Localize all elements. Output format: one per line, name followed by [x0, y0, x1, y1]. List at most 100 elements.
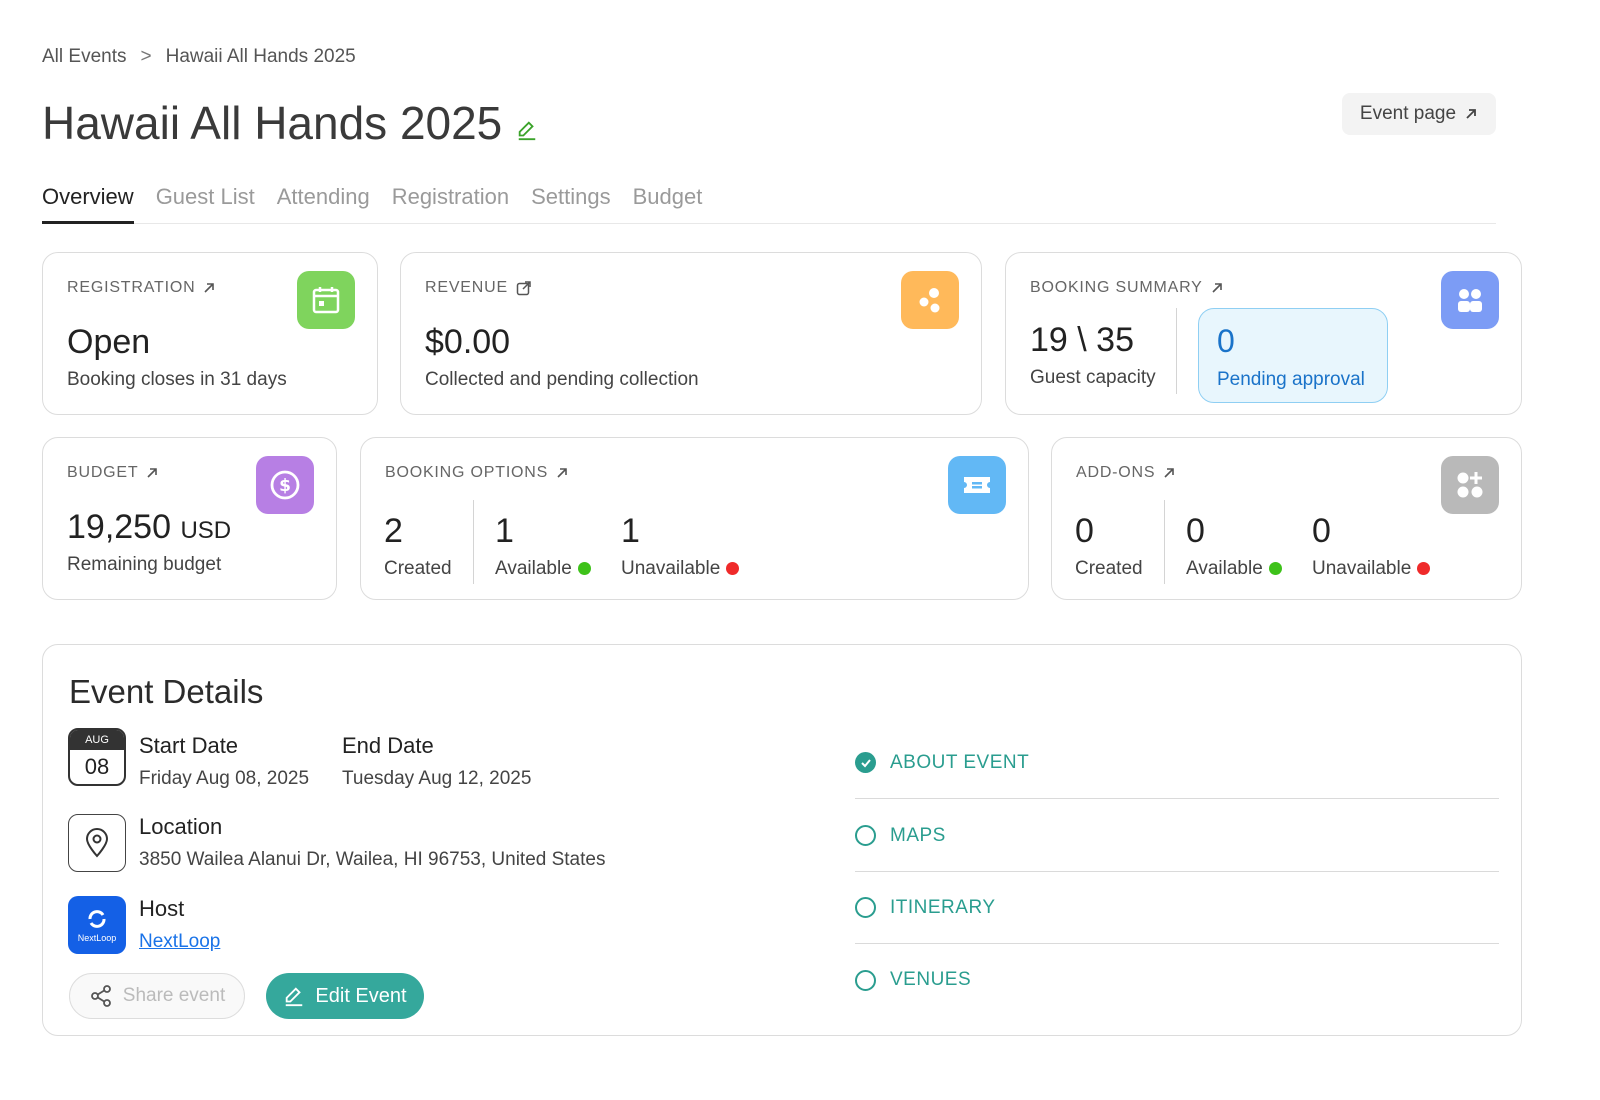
share-icon — [90, 985, 111, 1007]
guest-capacity-label: Guest capacity — [1030, 367, 1156, 388]
guest-capacity-value: 19 \ 35 — [1030, 321, 1134, 359]
dots-icon — [901, 271, 959, 329]
section-maps[interactable]: MAPS — [855, 800, 1499, 872]
share-event-button[interactable]: Share event — [69, 973, 245, 1019]
share-event-label: Share event — [122, 985, 226, 1006]
tab-registration[interactable]: Registration — [392, 184, 509, 224]
breadcrumb-current: Hawaii All Hands 2025 — [165, 46, 356, 67]
booking-options-available-label: Available — [495, 558, 572, 579]
breadcrumb-separator: > — [140, 46, 152, 67]
host-label: Host — [139, 896, 185, 921]
breadcrumb-root[interactable]: All Events — [42, 46, 126, 68]
pending-approval-count: 0 — [1217, 323, 1235, 359]
start-date-label: Start Date — [139, 733, 239, 758]
registration-card[interactable]: REGISTRATION Open Booking closes in 31 d… — [42, 252, 378, 415]
section-venues[interactable]: VENUES — [855, 944, 1499, 1016]
registration-label-row: REGISTRATION — [67, 279, 215, 297]
budget-amount-row: 19,250 USD — [67, 508, 231, 547]
booking-options-available-row: Available — [495, 558, 591, 580]
empty-circle-icon — [855, 897, 876, 918]
revenue-amount: $0.00 — [425, 323, 511, 361]
edit-event-button[interactable]: Edit Event — [266, 973, 424, 1019]
revenue-card[interactable]: REVENUE $0.00 Collected and pending coll… — [400, 252, 982, 415]
budget-note: Remaining budget — [67, 554, 222, 575]
section-itinerary-label: ITINERARY — [890, 896, 996, 918]
tab-bar: Overview Guest List Attending Registrati… — [42, 184, 1496, 224]
arrow-up-right-icon — [557, 468, 567, 478]
section-venues-label: VENUES — [890, 969, 972, 990]
divider — [1164, 500, 1165, 584]
arrow-up-right-icon — [147, 468, 158, 478]
check-circle-icon — [855, 752, 876, 773]
section-itinerary[interactable]: ITINERARY — [855, 872, 1499, 944]
divider — [473, 500, 474, 584]
loop-icon — [88, 910, 106, 928]
unavailable-dot — [1417, 562, 1431, 576]
host-link[interactable]: NextLoop — [139, 931, 220, 953]
available-dot — [1268, 562, 1282, 576]
pending-approval-label: Pending approval — [1217, 369, 1365, 390]
section-about-event[interactable]: ABOUT EVENT — [855, 727, 1499, 799]
edit-title-icon[interactable] — [516, 119, 538, 141]
host-logo-text: NextLoop — [77, 933, 117, 943]
addons-available-label: Available — [1186, 558, 1263, 579]
page-title-row: Hawaii All Hands 2025 — [42, 96, 538, 150]
budget-card[interactable]: BUDGET $ 19,250 USD Remaining budget — [42, 437, 337, 600]
booking-options-unavailable: 1 — [621, 512, 640, 550]
breadcrumb: All Events > Hawaii All Hands 2025 — [42, 46, 356, 68]
tab-attending[interactable]: Attending — [277, 184, 370, 224]
section-about-event-label: ABOUT EVENT — [890, 751, 1030, 773]
addons-unavailable: 0 — [1312, 512, 1331, 550]
booking-options-created: 2 — [384, 512, 403, 550]
event-page-button[interactable]: Event page — [1342, 93, 1496, 135]
event-page-label: Event page — [1359, 103, 1457, 124]
budget-label-row: BUDGET — [67, 464, 158, 482]
location-value: 3850 Wailea Alanui Dr, Wailea, HI 96753,… — [139, 849, 606, 870]
registration-label: REGISTRATION — [67, 279, 196, 296]
arrow-up-right-icon — [204, 283, 215, 293]
pending-approval-box[interactable]: 0 Pending approval — [1198, 308, 1388, 403]
revenue-label-row: REVENUE — [425, 279, 532, 297]
arrow-up-right-icon — [1164, 468, 1175, 478]
location-pin-icon — [68, 814, 126, 872]
addons-card[interactable]: ADD-ONS 0 Created 0 Available 0 Unavaila… — [1051, 437, 1522, 600]
arrow-up-right-icon — [1212, 283, 1222, 293]
addons-created-label: Created — [1075, 558, 1143, 579]
location-label: Location — [139, 814, 223, 839]
calendar-icon — [297, 271, 355, 329]
booking-summary-card[interactable]: BOOKING SUMMARY 19 \ 35 Guest capacity 0… — [1005, 252, 1522, 415]
registration-note: Booking closes in 31 days — [67, 369, 287, 390]
section-maps-label: MAPS — [890, 824, 946, 846]
addons-created: 0 — [1075, 512, 1094, 550]
budget-amount: 19,250 — [67, 508, 171, 546]
tab-overview[interactable]: Overview — [42, 184, 134, 224]
registration-status: Open — [67, 323, 151, 361]
booking-options-available: 1 — [495, 512, 514, 550]
end-date-value: Tuesday Aug 12, 2025 — [342, 768, 532, 789]
tab-settings[interactable]: Settings — [531, 184, 611, 224]
booking-options-label-row: BOOKING OPTIONS — [385, 464, 568, 482]
host-logo: NextLoop — [68, 896, 126, 954]
booking-summary-label-row: BOOKING SUMMARY — [1030, 279, 1223, 297]
tab-guest-list[interactable]: Guest List — [156, 184, 255, 224]
empty-circle-icon — [855, 825, 876, 846]
revenue-note: Collected and pending collection — [425, 369, 699, 390]
addons-unavailable-row: Unavailable — [1312, 558, 1431, 580]
booking-options-card[interactable]: BOOKING OPTIONS 2 Created 1 Available 1 … — [360, 437, 1029, 600]
addons-label-row: ADD-ONS — [1076, 464, 1175, 482]
event-details-card: Event Details AUG 08 Start Date Friday A… — [42, 644, 1522, 1036]
page-title: Hawaii All Hands 2025 — [42, 97, 503, 149]
addons-available: 0 — [1186, 512, 1205, 550]
booking-options-label: BOOKING OPTIONS — [385, 464, 549, 481]
available-dot — [577, 562, 591, 576]
empty-circle-icon — [855, 969, 876, 991]
arrow-up-right-icon — [1466, 109, 1476, 119]
booking-options-created-label: Created — [384, 558, 452, 579]
booking-summary-label: BOOKING SUMMARY — [1030, 279, 1203, 296]
tab-budget[interactable]: Budget — [633, 184, 703, 224]
revenue-label: REVENUE — [425, 279, 508, 296]
edit-event-label: Edit Event — [315, 984, 407, 1007]
start-date-value: Friday Aug 08, 2025 — [139, 768, 310, 789]
budget-currency: USD — [180, 517, 232, 544]
calendar-day: 08 — [84, 754, 110, 779]
